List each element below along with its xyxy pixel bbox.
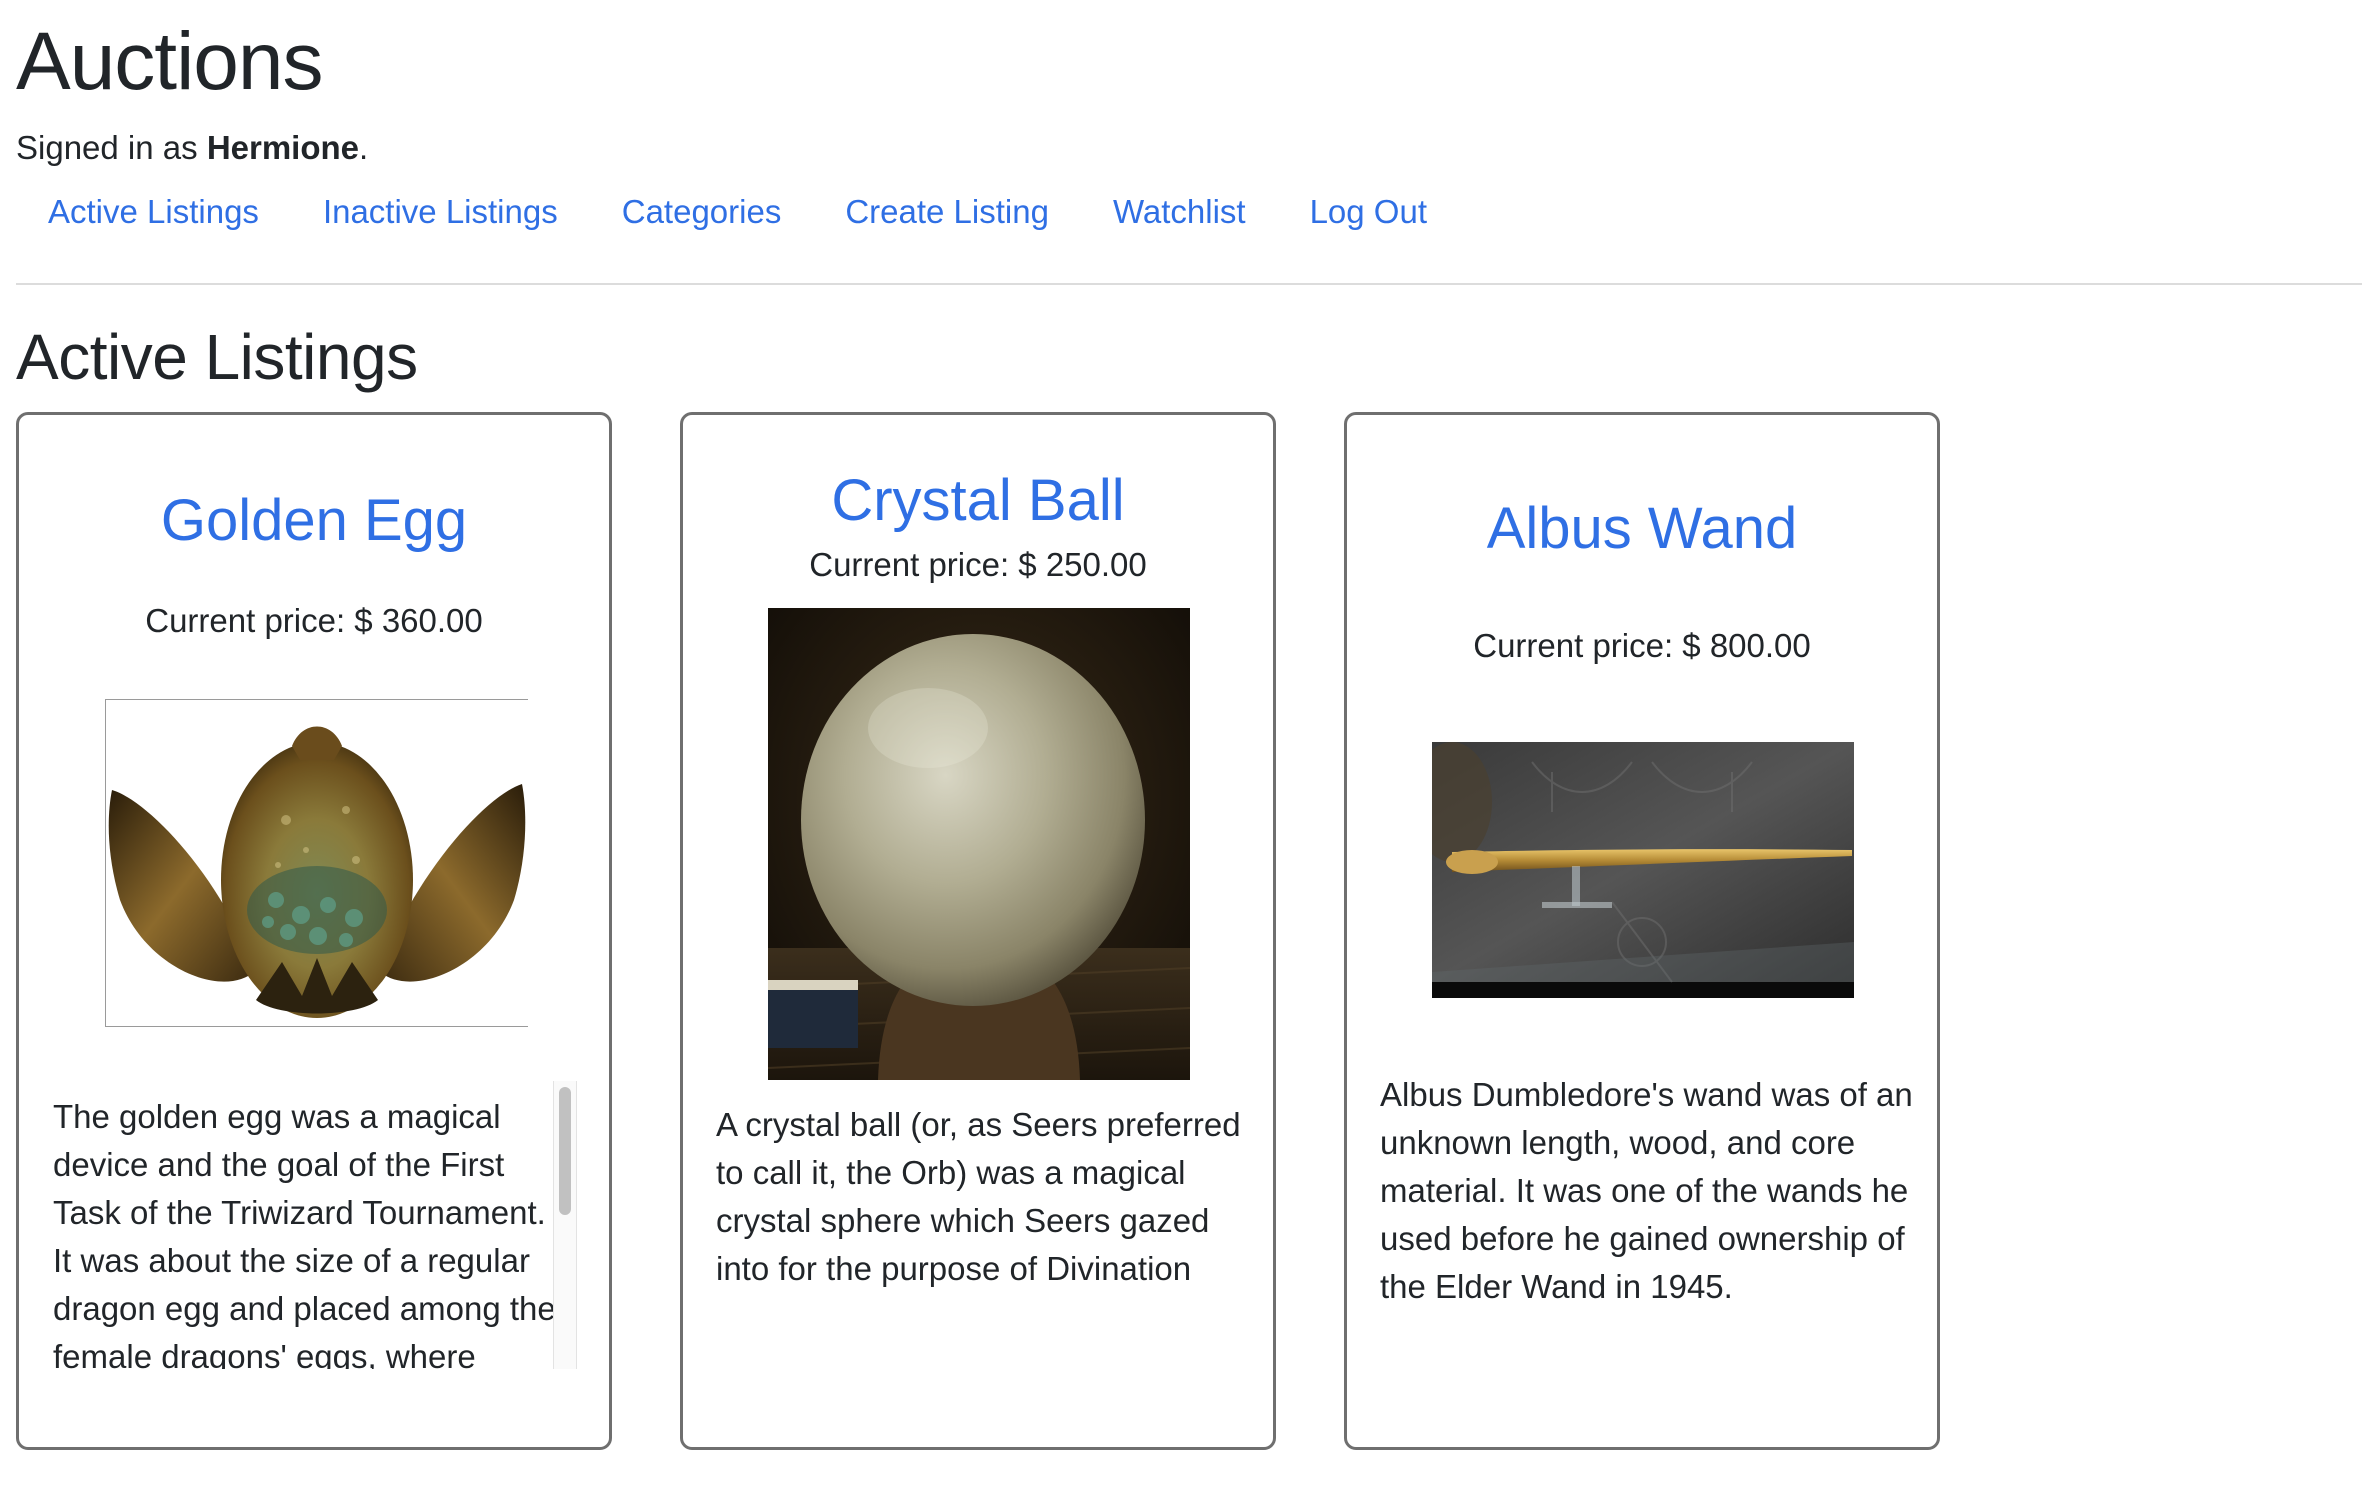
nav-item-categories: Categories <box>590 186 814 238</box>
nav-item-active-listings: Active Listings <box>16 186 291 238</box>
nav-item-create-listing: Create Listing <box>813 186 1081 238</box>
nav-item-inactive-listings: Inactive Listings <box>291 186 590 238</box>
listing-price: Current price: $ 800.00 <box>1473 627 1811 664</box>
nav-link-categories[interactable]: Categories <box>590 186 814 238</box>
nav-item-log-out: Log Out <box>1278 186 1459 238</box>
scrollbar-thumb[interactable] <box>559 1087 571 1215</box>
listing-title-link[interactable]: Crystal Ball <box>683 465 1273 537</box>
listing-price: Current price: $ 250.00 <box>809 546 1147 583</box>
nav-link-watchlist[interactable]: Watchlist <box>1081 186 1278 238</box>
listing-description: The golden egg was a magical device and … <box>53 1098 556 1369</box>
crystal-ball-image <box>768 608 1190 1080</box>
header-divider <box>16 283 2362 285</box>
nav-item-watchlist: Watchlist <box>1081 186 1278 238</box>
signed-in-status: Signed in as Hermione. <box>16 126 368 170</box>
listing-description: A crystal ball (or, as Seers preferred t… <box>716 1106 1241 1287</box>
listing-card-crystal-ball: Crystal Ball Current price: $ 250.00 A c… <box>680 412 1276 1450</box>
listing-description: Albus Dumbledore's wand was of an unknow… <box>1380 1076 1913 1305</box>
listing-title-link[interactable]: Albus Wand <box>1347 493 1937 565</box>
nav-link-active-listings[interactable]: Active Listings <box>16 186 291 238</box>
username: Hermione <box>206 129 360 166</box>
site-title: Auctions <box>16 16 324 107</box>
golden-egg-image <box>105 699 528 1027</box>
listing-title-link[interactable]: Golden Egg <box>19 485 609 557</box>
nav-link-create-listing[interactable]: Create Listing <box>813 186 1081 238</box>
signed-in-prefix: Signed in as <box>16 129 207 166</box>
listing-card-albus-wand: Albus Wand Current price: $ 800.00 Albus… <box>1344 412 1940 1450</box>
description-scrollbar[interactable] <box>553 1081 577 1369</box>
description-scroll-area[interactable]: The golden egg was a magical device and … <box>53 1079 583 1369</box>
nav-link-inactive-listings[interactable]: Inactive Listings <box>291 186 590 238</box>
nav-link-log-out[interactable]: Log Out <box>1278 186 1459 238</box>
main-nav: Active Listings Inactive Listings Catego… <box>16 186 1459 238</box>
signed-in-suffix: . <box>359 129 369 166</box>
page-heading: Active Listings <box>16 321 418 393</box>
wand-image <box>1432 742 1854 998</box>
listing-price: Current price: $ 360.00 <box>145 602 483 639</box>
listing-card-golden-egg: Golden Egg Current price: $ 360.00 The g… <box>16 412 612 1450</box>
